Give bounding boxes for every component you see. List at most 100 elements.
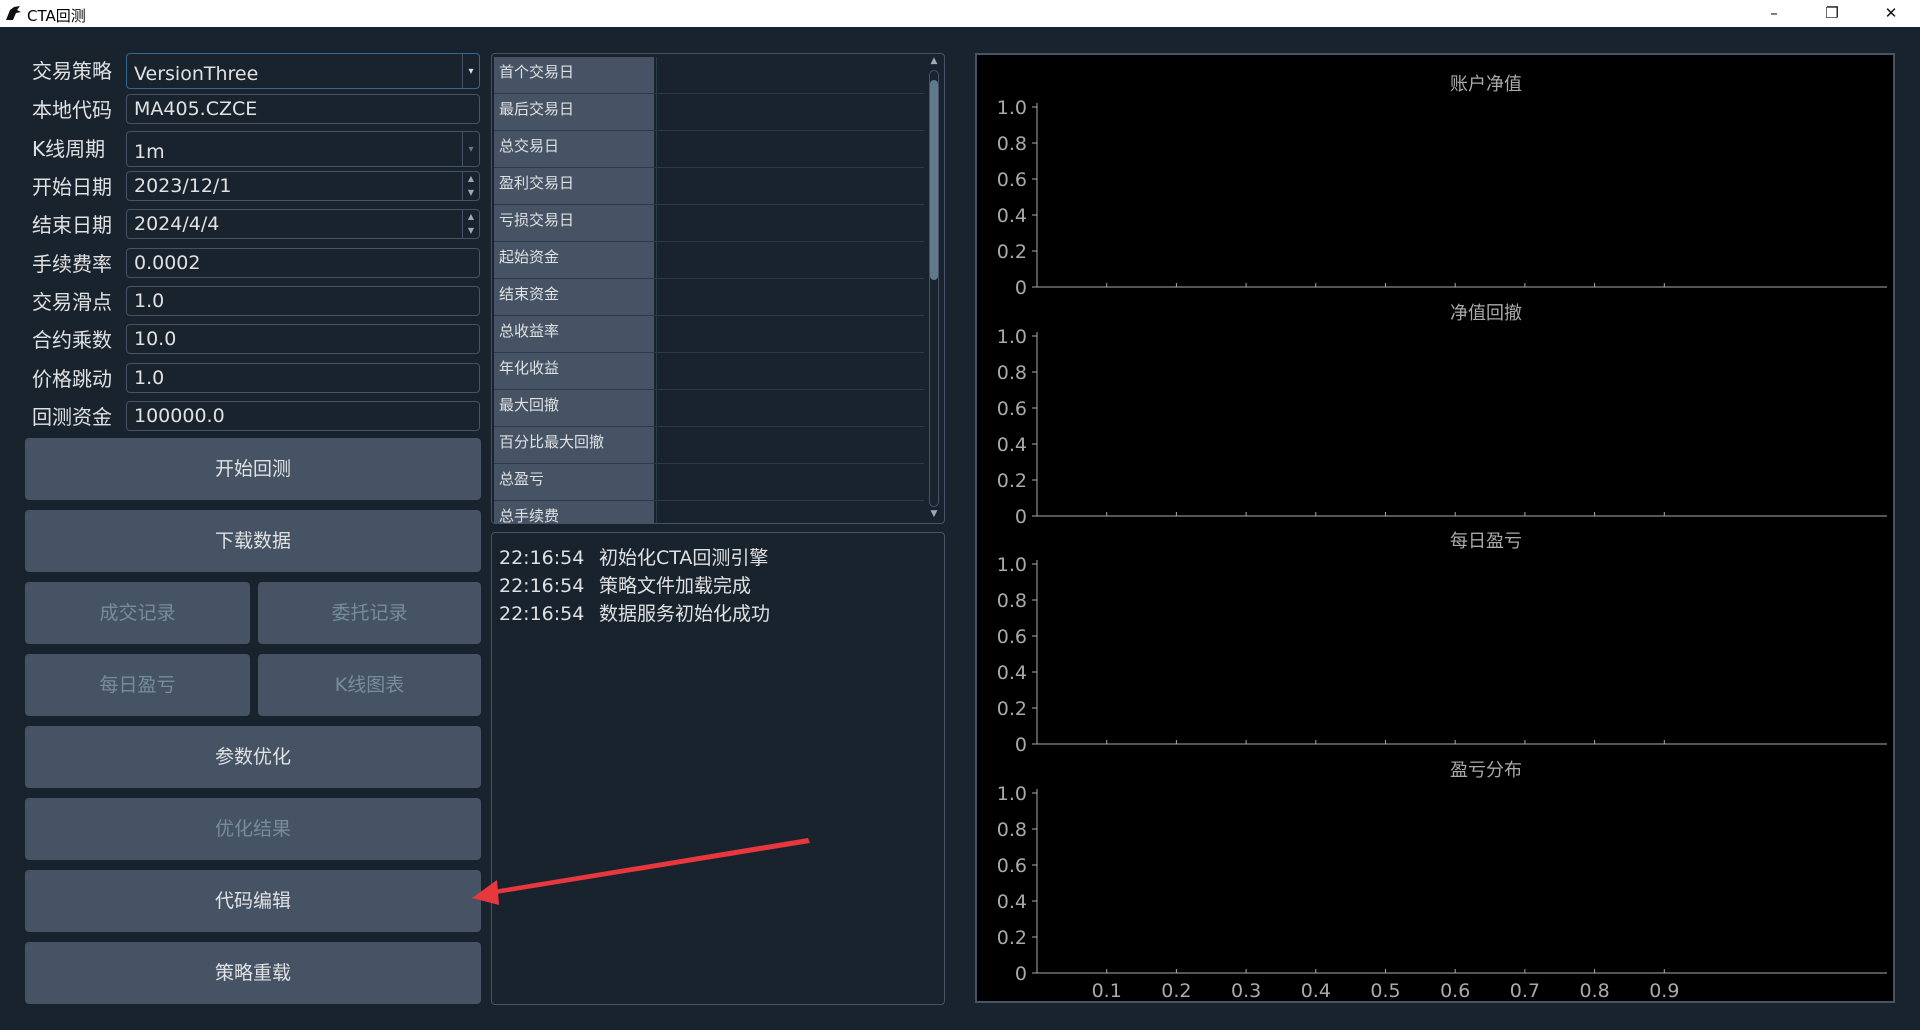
stats-scrollbar[interactable]: ▲ ▼ [926, 56, 942, 521]
table-row[interactable]: 首个交易日 [494, 57, 925, 94]
field-value: 100000.0 [134, 405, 225, 427]
stats-value [656, 279, 925, 315]
y-tick-label: 0.4 [997, 434, 1027, 456]
field-value: MA405.CZCE [134, 98, 258, 120]
trade-records-button[interactable]: 成交记录 [25, 582, 250, 644]
stats-value [656, 316, 925, 352]
download-data-button[interactable]: 下载数据 [25, 510, 481, 572]
chart-area[interactable]: 账户净值 1.0 0.8 0.6 0.4 0.2 0 净值回撤 1.0 0.8 0.6 0.4 0.2 0… [975, 53, 1895, 1003]
y-tick-label: 0.2 [997, 927, 1027, 949]
field-label: 开始日期 [32, 175, 112, 199]
table-row[interactable]: 年化收益 [494, 353, 925, 390]
y-tick-label: 0.2 [997, 698, 1027, 720]
y-tick-label: 0.6 [997, 626, 1027, 648]
restore-button[interactable]: ❐ [1809, 0, 1855, 27]
field-value: 2024/4/4 [134, 213, 220, 235]
field-input[interactable]: 0.0002 [126, 248, 480, 278]
y-tick-label: 1.0 [997, 97, 1027, 119]
table-row[interactable]: 总手续费 [494, 501, 925, 523]
table-row[interactable]: 盈利交易日 [494, 168, 925, 205]
start-backtest-button[interactable]: 开始回测 [25, 438, 481, 500]
scroll-up-icon[interactable]: ▲ [926, 56, 942, 68]
table-row[interactable]: 总盈亏 [494, 464, 925, 501]
table-row[interactable]: 起始资金 [494, 242, 925, 279]
window-title: CTA回测 [27, 7, 86, 25]
stats-key: 总盈亏 [494, 464, 654, 500]
y-tick-label: 0.8 [997, 133, 1027, 155]
close-button[interactable]: ✕ [1868, 0, 1914, 27]
x-tick-label: 0.2 [1161, 980, 1191, 1001]
field-input[interactable]: MA405.CZCE [126, 94, 480, 124]
date-spinner-icon[interactable]: ▲ ▼ [462, 210, 479, 238]
y-tick-label: 0.4 [997, 891, 1027, 913]
table-row[interactable]: 总交易日 [494, 131, 925, 168]
log-time: 22:16:54 [499, 603, 585, 625]
table-row[interactable]: 总收益率 [494, 316, 925, 353]
stats-key: 总收益率 [494, 316, 654, 352]
stats-value [656, 94, 925, 130]
table-row[interactable]: 结束资金 [494, 279, 925, 316]
x-tick-label: 0.5 [1370, 980, 1400, 1001]
stats-value [656, 205, 925, 241]
table-row[interactable]: 亏损交易日 [494, 205, 925, 242]
field-input[interactable]: 2024/4/4 ▲ ▼ [126, 209, 480, 239]
x-tick-label: 0.8 [1579, 980, 1609, 1001]
field-input[interactable]: 10.0 [126, 324, 480, 354]
stats-value [656, 131, 925, 167]
stats-key: 起始资金 [494, 242, 654, 278]
field-value: 1.0 [134, 290, 165, 312]
log-output[interactable]: 22:16:54 初始化CTA回测引擎 22:16:54 策略文件加载完成 22:16:… [491, 532, 945, 1005]
scroll-down-icon[interactable]: ▼ [926, 509, 942, 521]
y-tick-label: 0.4 [997, 662, 1027, 684]
field-label: 交易策略 [32, 59, 112, 83]
charts-svg: 账户净值 1.0 0.8 0.6 0.4 0.2 0 净值回撤 1.0 0.8 0.6 0.4 0.2 0… [997, 74, 1887, 1002]
field-label: K线周期 [32, 137, 106, 161]
order-records-button[interactable]: 委托记录 [258, 582, 481, 644]
stats-key: 首个交易日 [494, 57, 654, 93]
minimize-button[interactable]: – [1751, 0, 1797, 27]
field-value: 0.0002 [134, 252, 201, 274]
field-value: 10.0 [134, 328, 177, 350]
optimize-result-button[interactable]: 优化结果 [25, 798, 481, 860]
kline-chart-button[interactable]: K线图表 [258, 654, 481, 716]
x-tick-label: 0.1 [1092, 980, 1122, 1001]
field-input[interactable]: 1.0 [126, 363, 480, 393]
date-spinner-icon[interactable]: ▲ ▼ [462, 172, 479, 200]
log-line: 22:16:54 数据服务初始化成功 [499, 599, 770, 626]
y-tick-label: 0.2 [997, 241, 1027, 263]
stats-key: 盈利交易日 [494, 168, 654, 204]
log-time: 22:16:54 [499, 547, 585, 569]
stats-key: 百分比最大回撤 [494, 427, 654, 463]
stats-key: 结束资金 [494, 279, 654, 315]
field-value: VersionThree [134, 63, 259, 85]
dropdown-arrow-icon[interactable]: ▾ [462, 54, 479, 88]
stats-key: 总手续费 [494, 501, 654, 523]
field-input[interactable]: 100000.0 [126, 401, 480, 431]
field-value: 2023/12/1 [134, 175, 232, 197]
stats-key: 最后交易日 [494, 94, 654, 130]
stats-value [656, 464, 925, 500]
statistics-table[interactable]: 首个交易日 最后交易日 总交易日 盈利交易日 亏损交易日 起始资金 结束资金 总收益率 年化收益… [491, 53, 945, 524]
field-input[interactable]: VersionThree ▾ [126, 53, 480, 89]
field-input[interactable]: 1m ▾ [126, 131, 480, 167]
table-row[interactable]: 百分比最大回撤 [494, 427, 925, 464]
y-tick-label: 0.2 [997, 470, 1027, 492]
stats-value [656, 501, 925, 523]
daily-pnl-button[interactable]: 每日盈亏 [25, 654, 250, 716]
dropdown-arrow-icon[interactable]: ▾ [462, 132, 479, 166]
code-edit-button[interactable]: 代码编辑 [25, 870, 481, 932]
y-tick-label: 0 [1015, 277, 1027, 299]
param-optimize-button[interactable]: 参数优化 [25, 726, 481, 788]
log-line: 22:16:54 策略文件加载完成 [499, 571, 751, 598]
field-input[interactable]: 2023/12/1 ▲ ▼ [126, 171, 480, 201]
field-input[interactable]: 1.0 [126, 286, 480, 316]
log-message: 初始化CTA回测引擎 [599, 547, 769, 569]
table-row[interactable]: 最后交易日 [494, 94, 925, 131]
table-row[interactable]: 最大回撤 [494, 390, 925, 427]
scrollbar-thumb[interactable] [930, 80, 938, 280]
y-tick-label: 0.6 [997, 855, 1027, 877]
strategy-reload-button[interactable]: 策略重载 [25, 942, 481, 1004]
log-line: 22:16:54 初始化CTA回测引擎 [499, 543, 768, 570]
y-tick-label: 1.0 [997, 326, 1027, 348]
title-bar: CTA回测 – ❐ ✕ [0, 0, 1920, 27]
